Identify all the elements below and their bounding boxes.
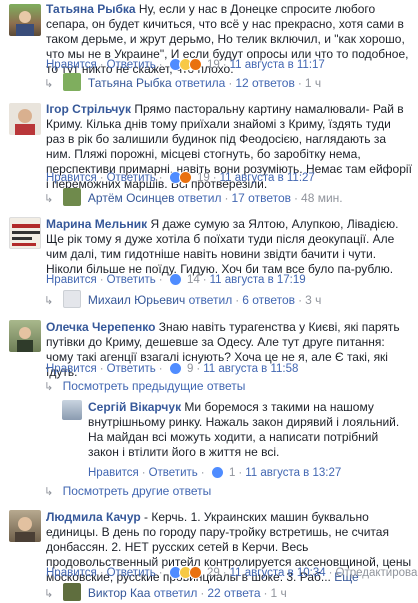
like-button[interactable]: Нравится (46, 172, 97, 184)
reaction-count[interactable]: 14 (182, 274, 200, 286)
reply-button[interactable]: Ответить (149, 467, 198, 479)
reply-button[interactable]: Ответить (107, 59, 156, 71)
reply-arrow-icon: ↳ (44, 588, 59, 600)
comment-body: Марина Мельник Я даже сумую за Ялтою, Ал… (46, 217, 412, 277)
avatar (63, 73, 81, 91)
reaction-icons[interactable] (169, 273, 179, 291)
avatar[interactable] (9, 4, 41, 36)
reaction-count[interactable]: 1 (224, 467, 235, 479)
comment-actions: Нравится·Ответить· 9·11 августа в 11:58 (46, 361, 298, 377)
comment-author[interactable]: Ігор Стрільчук (46, 102, 131, 116)
reply-button[interactable]: Ответить (107, 172, 156, 184)
replied-word: ответил (178, 191, 222, 205)
angry-icon (179, 171, 192, 184)
comment-date[interactable]: 11 августа в 11:27 (220, 172, 315, 184)
avatar-photo-icon (10, 218, 41, 249)
comment-author[interactable]: Олечка Черепенко (46, 320, 155, 334)
like-icon (169, 362, 182, 375)
comment-author[interactable]: Татьяна Рыбка (46, 2, 136, 16)
comment-actions: Нравится·Ответить· 19·11 августа в 11:17 (46, 57, 325, 73)
replies-count: 22 ответа (207, 586, 260, 600)
reply-button[interactable]: Ответить (107, 274, 156, 286)
replied-word: ответила (175, 76, 225, 90)
comment-date[interactable]: 11 августа в 11:58 (203, 363, 298, 375)
replies-link[interactable]: ↳ Татьяна Рыбка ответила·12 ответов·1 ч (44, 73, 321, 91)
comment-date[interactable]: 11 августа в 17:19 (210, 274, 306, 286)
replies-time: 1 ч (271, 586, 287, 600)
reaction-icons[interactable] (211, 466, 221, 484)
replies-link[interactable]: ↳ Михаил Юрьевич ответил·6 ответов·3 ч (44, 290, 321, 308)
reaction-count[interactable]: 19 (192, 172, 210, 184)
replies-author: Артём Осинцев (84, 191, 175, 205)
replies-count: 12 ответов (235, 76, 295, 90)
reaction-count[interactable]: 29 (202, 567, 220, 579)
comment-actions: Нравится·Ответить· 29·11 августа в 10:34… (46, 565, 418, 581)
nested-reply-author[interactable]: Сергій Вікарчук (88, 400, 181, 414)
reaction-count[interactable]: 9 (182, 363, 193, 375)
reply-arrow-icon: ↳ (44, 295, 59, 307)
comment-date[interactable]: 11 августа в 11:17 (230, 59, 325, 71)
like-button[interactable]: Нравится (46, 363, 97, 375)
like-button[interactable]: Нравится (46, 274, 97, 286)
reaction-icons[interactable] (169, 171, 189, 189)
comment-date[interactable]: 11 августа в 13:27 (245, 467, 341, 479)
nested-reply-actions: Нравится·Ответить· 1·11 августа в 13:27 (88, 465, 341, 481)
avatar[interactable] (9, 510, 41, 542)
replies-link[interactable]: ↳ Виктор Каа ответил·22 ответа·1 ч (44, 583, 287, 601)
comment-author[interactable]: Марина Мельник (46, 217, 147, 231)
comment-actions: Нравится·Ответить· 14·11 августа в 17:19 (46, 272, 306, 288)
replies-time: 1 ч (305, 76, 321, 90)
avatar-photo-icon (9, 320, 41, 352)
reply-arrow-icon: ↳ (44, 486, 59, 498)
avatar (63, 583, 81, 601)
avatar (63, 188, 81, 206)
edited-label[interactable]: Отредактирован (336, 567, 418, 579)
replies-author: Татьяна Рыбка (84, 76, 172, 90)
reply-button[interactable]: Ответить (107, 363, 156, 375)
nested-reply-body: Сергій Вікарчук Ми боремося з такими на … (88, 400, 412, 460)
reaction-count[interactable]: 19 (202, 59, 220, 71)
replies-author: Виктор Каа (84, 586, 150, 600)
view-more-replies-link[interactable]: ↳ Посмотреть другие ответы (44, 482, 211, 500)
avatar[interactable] (9, 320, 41, 352)
comments-feed: Татьяна Рыбка Ну, если у нас в Донецке с… (0, 0, 418, 600)
view-previous-replies-label: Посмотреть предыдущие ответы (63, 379, 246, 393)
replies-time: 48 мин. (301, 191, 343, 205)
reply-arrow-icon: ↳ (44, 381, 59, 393)
avatar[interactable] (9, 217, 41, 249)
view-more-replies-label: Посмотреть другие ответы (63, 484, 212, 498)
replies-author: Михаил Юрьевич (84, 293, 185, 307)
view-previous-replies-link[interactable]: ↳ Посмотреть предыдущие ответы (44, 377, 245, 395)
comment-actions: Нравится·Ответить· 19·11 августа в 11:27 (46, 170, 315, 186)
replies-time: 3 ч (305, 293, 321, 307)
like-button[interactable]: Нравится (88, 467, 139, 479)
like-icon (169, 273, 182, 286)
reply-arrow-icon: ↳ (44, 193, 59, 205)
reply-arrow-icon: ↳ (44, 78, 59, 90)
comment-date[interactable]: 11 августа в 10:34 (230, 567, 326, 579)
like-icon (211, 466, 224, 479)
replied-word: ответил (154, 586, 198, 600)
avatar-photo-icon (9, 510, 41, 542)
avatar[interactable] (62, 400, 82, 420)
replies-link[interactable]: ↳ Артём Осинцев ответил·17 ответов·48 ми… (44, 188, 343, 206)
avatar-photo-icon (9, 4, 41, 36)
replies-count: 17 ответов (232, 191, 292, 205)
comment-author[interactable]: Людмила Качур (46, 510, 141, 524)
angry-icon (189, 58, 202, 71)
avatar (63, 290, 81, 308)
avatar[interactable] (9, 103, 41, 135)
replies-count: 6 ответов (242, 293, 295, 307)
reply-button[interactable]: Ответить (107, 567, 156, 579)
reaction-icons[interactable] (169, 566, 199, 584)
angry-icon (189, 566, 202, 579)
replied-word: ответил (189, 293, 233, 307)
like-button[interactable]: Нравится (46, 567, 97, 579)
avatar-photo-icon (9, 103, 41, 135)
like-button[interactable]: Нравится (46, 59, 97, 71)
